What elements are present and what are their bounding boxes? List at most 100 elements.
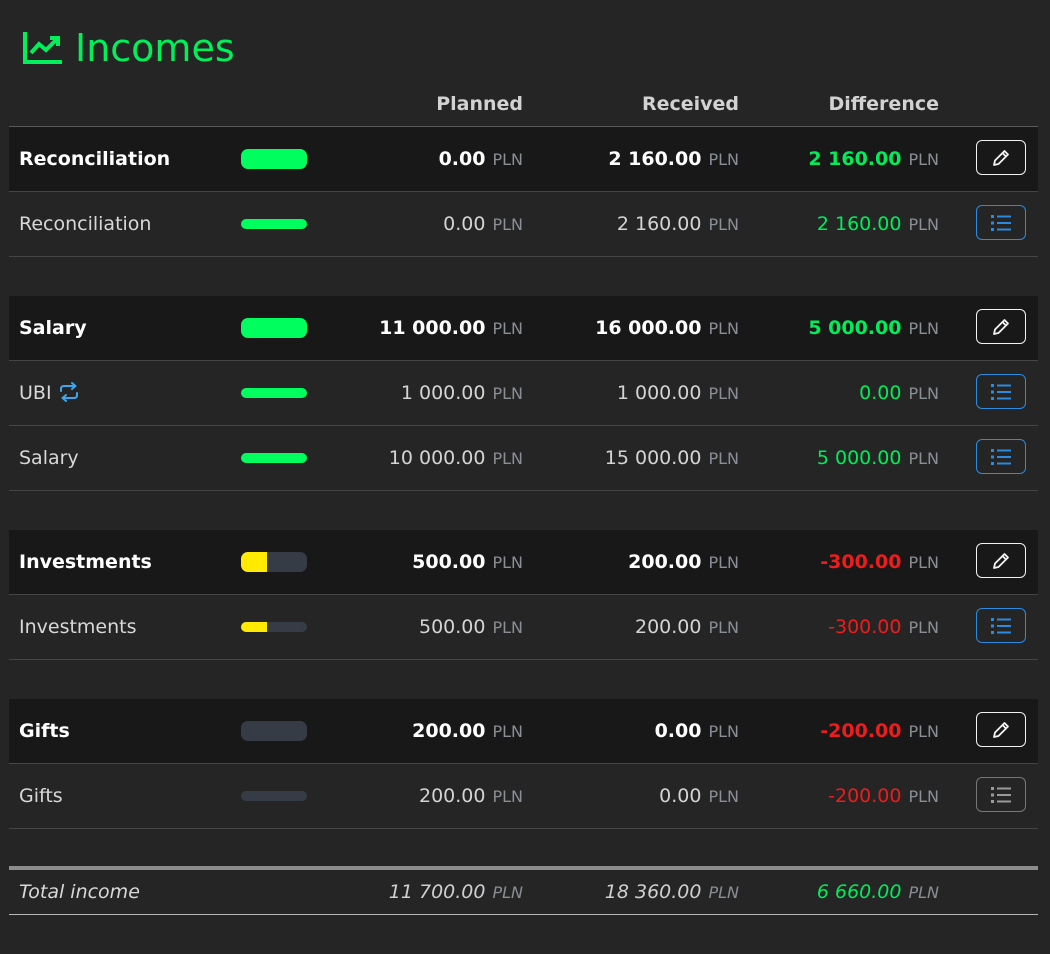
list-icon xyxy=(990,785,1012,805)
currency: PLN xyxy=(708,215,739,234)
amount: 0.00 xyxy=(659,785,702,807)
planned-amount: 500.00 PLN xyxy=(419,595,523,660)
difference-amount: -200.00 PLN xyxy=(828,764,939,829)
amount: 16 000.00 xyxy=(595,317,702,339)
amount: -300.00 xyxy=(828,616,902,638)
currency: PLN xyxy=(492,553,523,572)
amount: 11 700.00 xyxy=(388,881,486,903)
received-amount: 200.00 PLN xyxy=(628,530,739,595)
progress-bar xyxy=(241,388,307,398)
edit-group-button[interactable] xyxy=(976,543,1026,578)
amount: 10 000.00 xyxy=(388,447,486,469)
currency: PLN xyxy=(492,384,523,403)
amount: 500.00 xyxy=(418,616,486,638)
amount: 2 160.00 xyxy=(816,213,902,235)
category-row: Investments 500.00 PLN 200.00 PLN -300.00 PLN xyxy=(9,595,1038,660)
amount: 6 660.00 xyxy=(816,881,902,903)
progress-fill xyxy=(241,388,307,398)
planned-amount: 0.00 PLN xyxy=(443,192,523,257)
amount: 0.00 xyxy=(859,382,902,404)
currency: PLN xyxy=(908,787,939,806)
progress-bar xyxy=(241,552,307,572)
pencil-icon xyxy=(990,316,1012,338)
pencil-icon xyxy=(990,719,1012,741)
total-row: Total income 11 700.00 PLN 18 360.00 PLN 6… xyxy=(9,870,1038,915)
currency: PLN xyxy=(492,449,523,468)
progress-bar xyxy=(241,453,307,463)
progress-bar xyxy=(241,721,307,741)
currency: PLN xyxy=(908,384,939,403)
group-name: Reconciliation xyxy=(19,148,171,170)
difference-amount: 2 160.00 PLN xyxy=(817,192,939,257)
received-amount: 2 160.00 PLN xyxy=(617,192,739,257)
currency: PLN xyxy=(492,319,523,338)
amount: 2 160.00 xyxy=(608,148,702,170)
incomes-table: Planned Received Difference Reconciliati… xyxy=(9,86,1038,915)
group-row: Reconciliation 0.00 PLN 2 160.00 PLN 2 160.00… xyxy=(9,127,1038,192)
category-name: Gifts xyxy=(19,785,63,807)
progress-bar xyxy=(241,791,307,801)
amount: 5 000.00 xyxy=(816,447,902,469)
edit-group-button[interactable] xyxy=(976,712,1026,747)
category-name-cell: UBI xyxy=(19,361,80,425)
category-details-button[interactable] xyxy=(976,608,1026,643)
amount: 1 000.00 xyxy=(616,382,702,404)
received-amount: 200.00 PLN xyxy=(635,595,739,660)
progress-fill xyxy=(241,552,268,572)
progress-fill xyxy=(241,149,307,169)
category-details-button[interactable] xyxy=(976,205,1026,240)
currency: PLN xyxy=(708,553,739,572)
difference-amount: 0.00 PLN xyxy=(859,361,939,426)
progress-fill xyxy=(241,453,307,463)
category-details-button[interactable] xyxy=(976,374,1026,409)
group-name: Investments xyxy=(19,551,152,573)
list-icon xyxy=(990,447,1012,467)
list-icon xyxy=(990,382,1012,402)
amount: -200.00 xyxy=(828,785,902,807)
currency: PLN xyxy=(492,150,523,169)
received-amount: 0.00 PLN xyxy=(659,764,739,829)
planned-amount: 1 000.00 PLN xyxy=(401,361,523,426)
amount: 500.00 xyxy=(412,551,486,573)
column-header-planned: Planned xyxy=(436,93,523,115)
currency: PLN xyxy=(492,787,523,806)
amount: 2 160.00 xyxy=(808,148,902,170)
amount: 15 000.00 xyxy=(604,447,702,469)
category-row: UBI 1 000.00 PLN 1 000.00 PLN 0.00 PLN xyxy=(9,361,1038,426)
received-amount: 0.00 PLN xyxy=(655,699,739,764)
currency: PLN xyxy=(908,150,939,169)
table-body: Reconciliation 0.00 PLN 2 160.00 PLN 2 160.00… xyxy=(9,127,1038,829)
progress-fill xyxy=(241,622,268,632)
edit-group-button[interactable] xyxy=(976,140,1026,175)
category-name-cell: Investments xyxy=(19,595,137,659)
group-row: Investments 500.00 PLN 200.00 PLN -300.00 PLN xyxy=(9,530,1038,595)
list-icon xyxy=(990,213,1012,233)
currency: PLN xyxy=(908,319,939,338)
difference-amount: 5 000.00 PLN xyxy=(817,426,939,491)
amount: 0.00 xyxy=(654,720,702,742)
amount: 200.00 xyxy=(412,720,486,742)
edit-group-button[interactable] xyxy=(976,309,1026,344)
amount: 11 000.00 xyxy=(379,317,486,339)
category-row: Salary 10 000.00 PLN 15 000.00 PLN 5 000.00 PL… xyxy=(9,426,1038,491)
category-details-button[interactable] xyxy=(976,777,1026,812)
category-row: Reconciliation 0.00 PLN 2 160.00 PLN 2 160.00… xyxy=(9,192,1038,257)
currency: PLN xyxy=(708,449,739,468)
currency: PLN xyxy=(908,618,939,637)
amount: 0.00 xyxy=(438,148,486,170)
category-name-cell: Salary xyxy=(19,426,79,490)
category-details-button[interactable] xyxy=(976,439,1026,474)
incomes-page: Incomes Planned Received Difference Reco… xyxy=(0,0,1050,954)
progress-bar xyxy=(241,622,307,632)
received-amount: 16 000.00 PLN xyxy=(595,296,739,361)
amount: 1 000.00 xyxy=(400,382,486,404)
amount: 200.00 xyxy=(628,551,702,573)
amount: -300.00 xyxy=(820,551,902,573)
total-received: 18 360.00 PLN xyxy=(605,870,739,915)
group-name: Gifts xyxy=(19,720,70,742)
amount: 5 000.00 xyxy=(808,317,902,339)
currency: PLN xyxy=(908,449,939,468)
